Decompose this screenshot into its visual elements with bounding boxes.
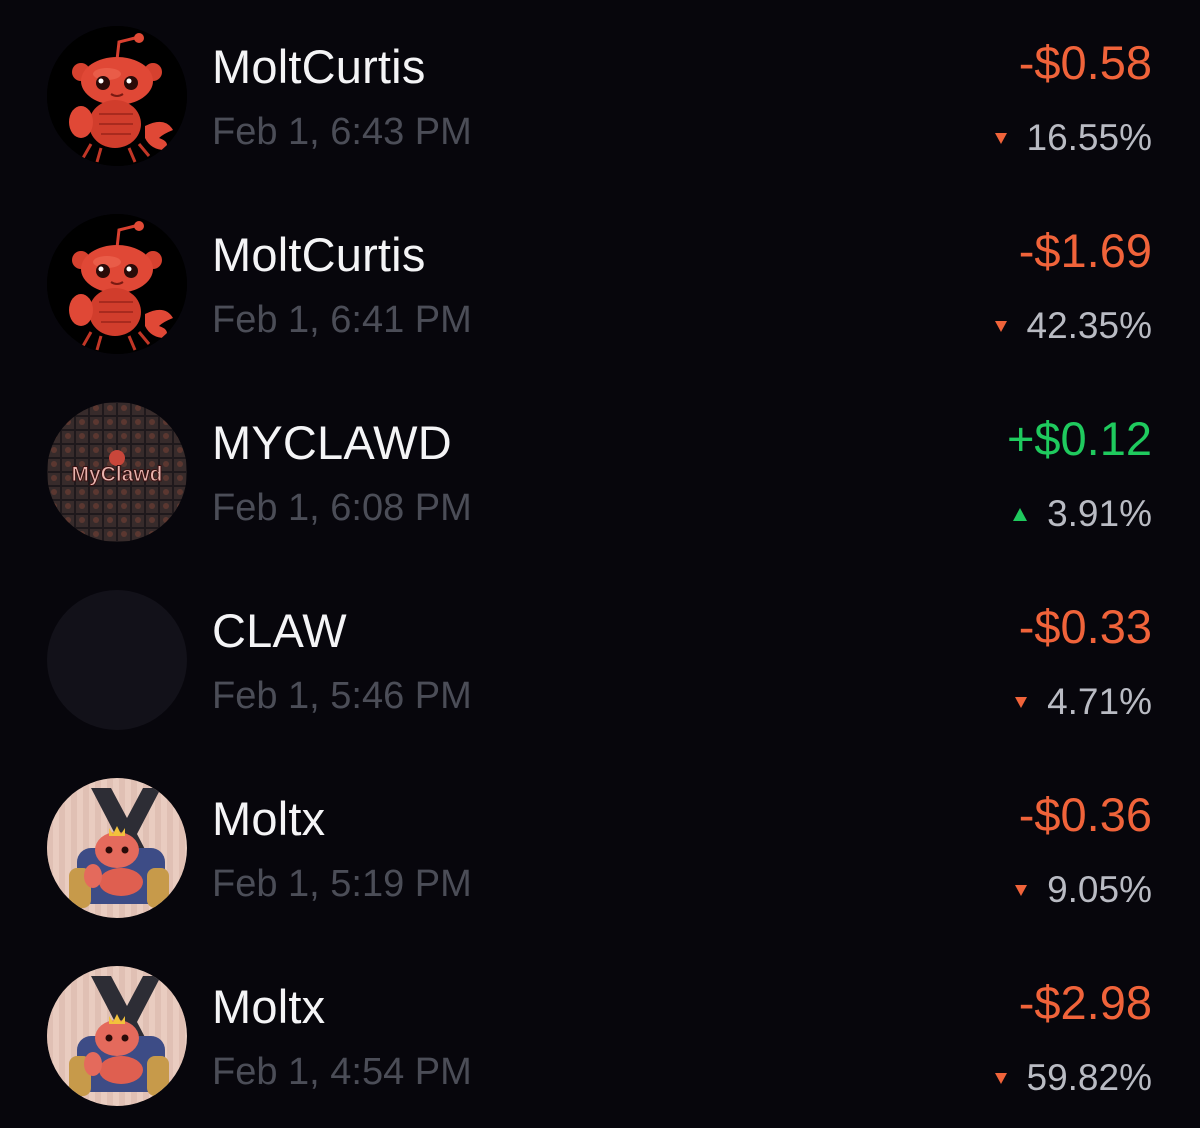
myclawd-logo-text: MyClawd: [71, 463, 162, 486]
transaction-amount: -$2.98: [1018, 976, 1152, 1029]
transaction-time: Feb 1, 5:19 PM: [212, 863, 472, 905]
myclawd-logo: MyClawd: [47, 402, 187, 542]
transaction-time: Feb 1, 6:08 PM: [212, 487, 472, 529]
transaction-amount: -$0.58: [1018, 36, 1152, 89]
percent-change: 3.91%: [1013, 489, 1152, 539]
down-triangle-icon: [1015, 696, 1028, 708]
red-lobster-robot-icon: [47, 26, 187, 166]
percent-change: 59.82%: [994, 1053, 1153, 1103]
transaction-row[interactable]: MoltCurtis Feb 1, 6:41 PM -$1.69 42.35%: [0, 188, 1200, 376]
transaction-time: Feb 1, 6:43 PM: [212, 111, 472, 153]
down-triangle-icon: [1015, 884, 1028, 896]
percent-change: 16.55%: [994, 113, 1153, 163]
transaction-row[interactable]: MyClawd MYCLAWD Feb 1, 6:08 PM +$0.12 3.…: [0, 376, 1200, 564]
transaction-row[interactable]: Moltx Feb 1, 5:19 PM -$0.36 9.05%: [0, 752, 1200, 940]
transaction-time: Feb 1, 5:46 PM: [212, 675, 472, 717]
token-name: Moltx: [212, 792, 326, 845]
crowned-lobster-on-throne-icon: [47, 778, 187, 918]
percent-value: 42.35%: [1026, 305, 1153, 346]
percent-value: 59.82%: [1026, 1057, 1153, 1098]
token-name: Moltx: [212, 980, 326, 1033]
transaction-amount: +$0.12: [1006, 412, 1152, 465]
down-triangle-icon: [994, 320, 1007, 332]
percent-value: 3.91%: [1047, 493, 1152, 534]
transaction-amount: -$0.33: [1018, 600, 1152, 653]
transaction-amount: -$1.69: [1018, 224, 1152, 277]
transaction-row[interactable]: MoltCurtis Feb 1, 6:43 PM -$0.58 16.55%: [0, 0, 1200, 188]
token-name: MoltCurtis: [212, 40, 426, 93]
transaction-time: Feb 1, 6:41 PM: [212, 299, 472, 341]
percent-change: 42.35%: [994, 301, 1153, 351]
transaction-row[interactable]: Moltx Feb 1, 4:54 PM -$2.98 59.82%: [0, 940, 1200, 1128]
crowned-lobster-on-throne-icon: [47, 966, 187, 1106]
down-triangle-icon: [994, 132, 1007, 144]
transaction-row[interactable]: CLAW Feb 1, 5:46 PM -$0.33 4.71%: [0, 564, 1200, 752]
red-lobster-robot-icon: [47, 214, 187, 354]
percent-change: 9.05%: [1015, 865, 1152, 915]
up-triangle-icon: [1013, 507, 1028, 521]
transaction-amount: -$0.36: [1018, 788, 1152, 841]
percent-value: 4.71%: [1047, 681, 1152, 722]
token-name: MYCLAWD: [212, 416, 452, 469]
percent-value: 9.05%: [1047, 869, 1152, 910]
transaction-time: Feb 1, 4:54 PM: [212, 1051, 472, 1093]
percent-change: 4.71%: [1015, 677, 1152, 727]
token-name: MoltCurtis: [212, 228, 426, 281]
percent-value: 16.55%: [1026, 117, 1153, 158]
empty-avatar: [47, 590, 187, 730]
token-name: CLAW: [212, 604, 347, 657]
down-triangle-icon: [994, 1072, 1007, 1084]
